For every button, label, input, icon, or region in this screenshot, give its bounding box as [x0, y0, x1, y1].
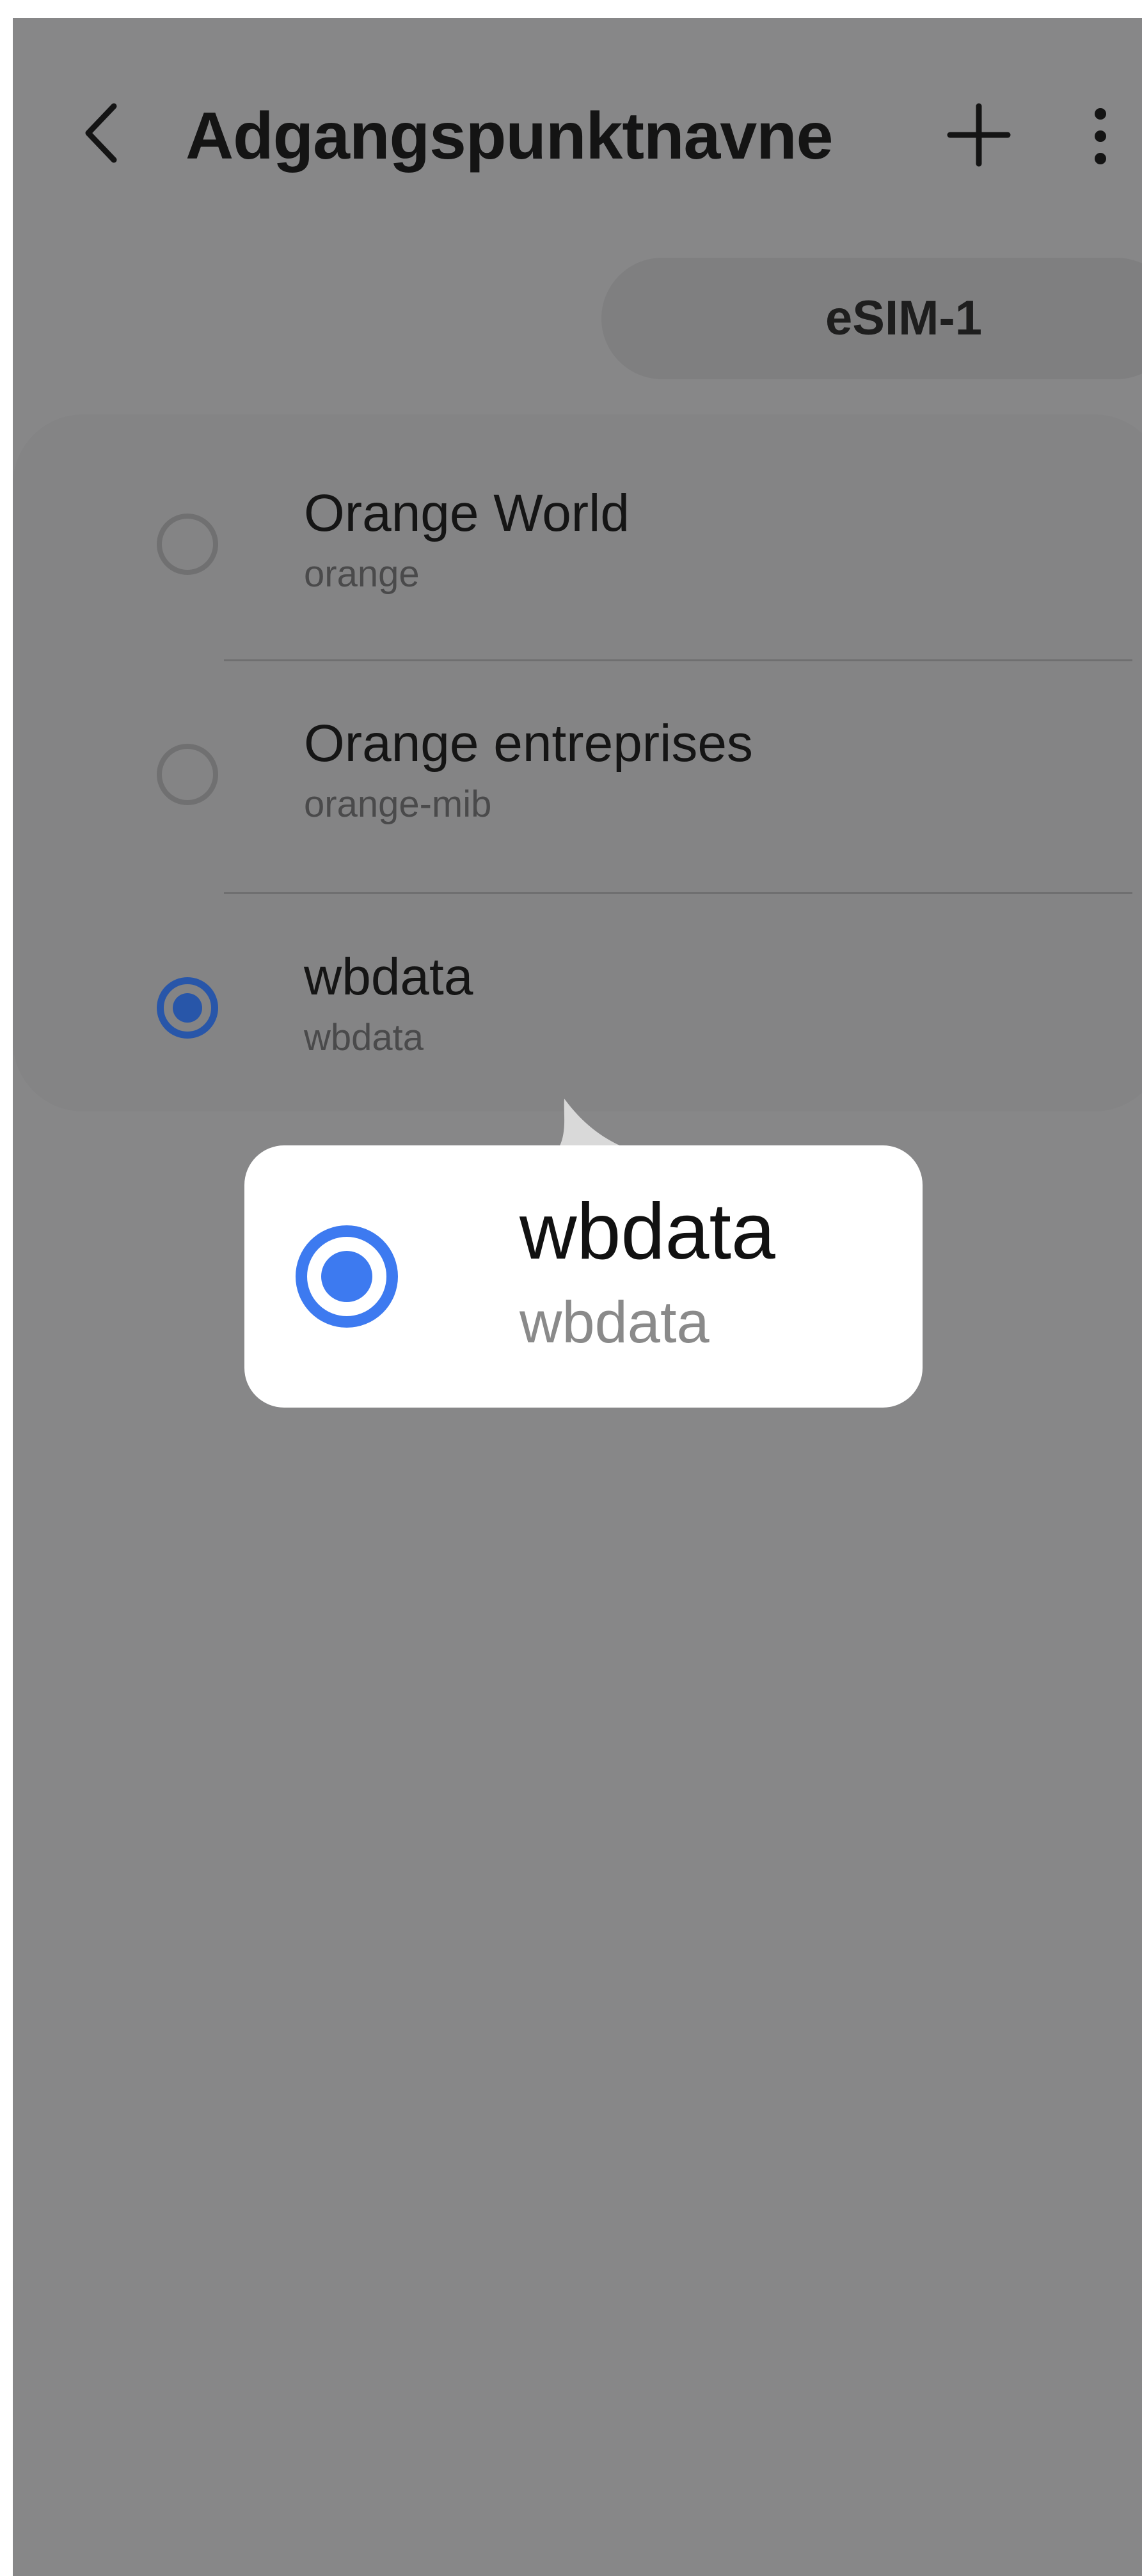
chevron-left-icon[interactable] — [77, 95, 128, 171]
apn-value: orange-mib — [304, 783, 492, 825]
radio-dot — [173, 993, 202, 1023]
apn-name: Orange entreprises — [304, 714, 753, 773]
radio-unselected[interactable] — [157, 744, 218, 805]
apn-value: orange — [304, 553, 420, 595]
radio-selected[interactable] — [157, 977, 218, 1039]
plus-icon[interactable] — [944, 100, 1014, 170]
app-bar: Adgangspunktnavne — [13, 18, 1142, 223]
apn-item-orange-entreprises[interactable]: Orange entreprises orange-mib — [13, 661, 1142, 891]
apn-item-orange-world[interactable]: Orange World orange — [13, 427, 1142, 657]
callout-apn-value: wbdata — [519, 1290, 710, 1355]
tab-label: eSIM-1 — [825, 291, 982, 345]
callout-apn-name: wbdata — [519, 1188, 775, 1276]
radio-unselected[interactable] — [157, 514, 218, 575]
tab-esim-1[interactable]: eSIM-1 — [601, 258, 1142, 379]
screen: Adgangspunktnavne eSIM-1 Orange World or… — [13, 18, 1142, 2576]
radio-dot — [321, 1251, 372, 1302]
apn-name: wbdata — [304, 948, 473, 1006]
more-vertical-icon[interactable] — [1081, 101, 1120, 171]
zoom-callout: wbdata wbdata — [244, 1145, 923, 1408]
page-title: Adgangspunktnavne — [186, 99, 834, 173]
radio-selected-icon — [296, 1225, 398, 1328]
apn-value: wbdata — [304, 1017, 424, 1058]
apn-name: Orange World — [304, 484, 630, 542]
